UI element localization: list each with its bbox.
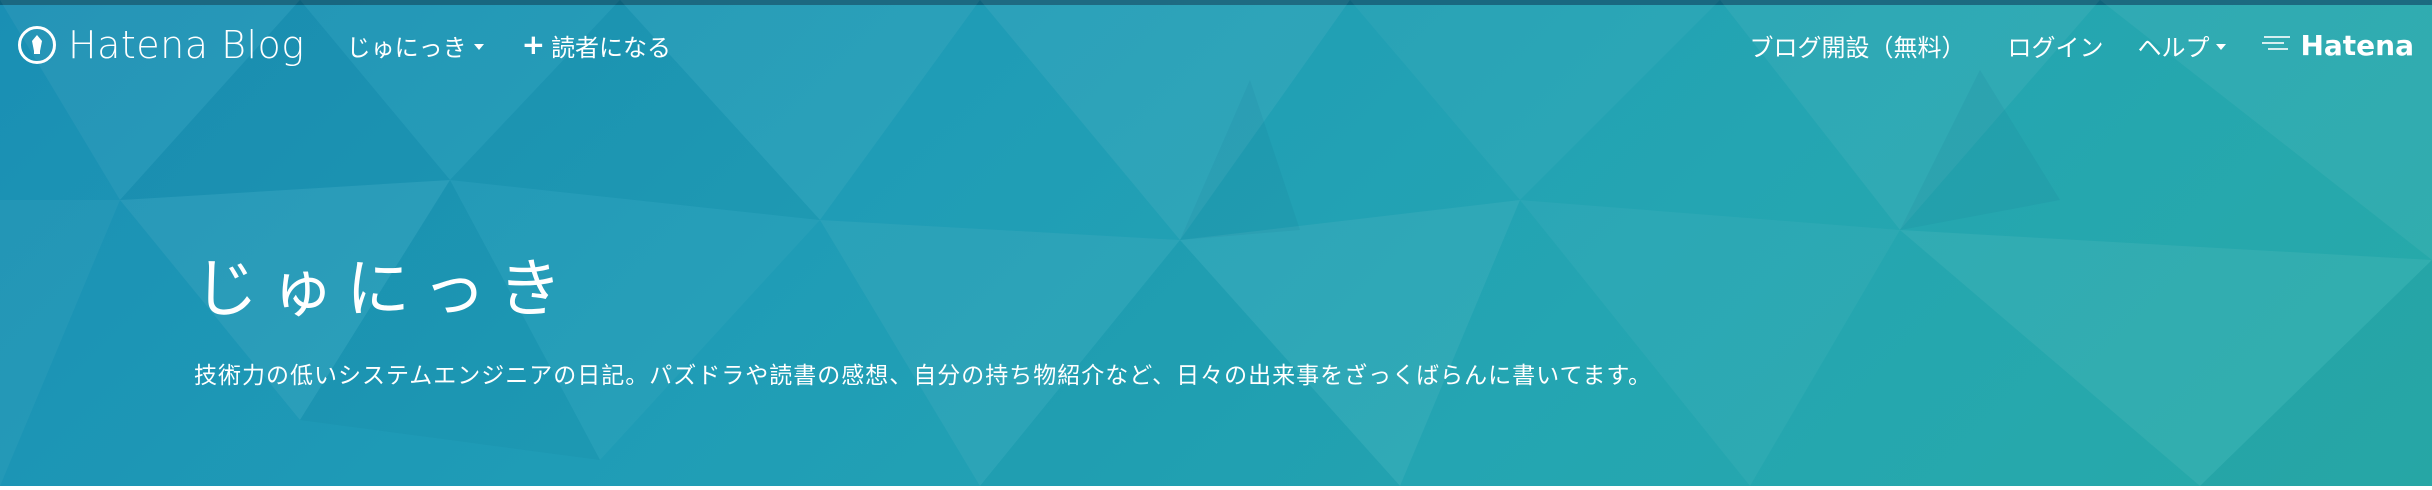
blog-title[interactable]: じゅにっき xyxy=(194,238,574,330)
blog-description: 技術力の低いシステムエンジニアの日記。パズドラや読書の感想、自分の持ち物紹介など… xyxy=(194,363,1653,389)
subscribe-button[interactable]: + 読者になる xyxy=(522,28,671,63)
help-dropdown[interactable]: ヘルプ xyxy=(2137,28,2227,63)
hatena-blog-brand-link[interactable]: Hatena Blog xyxy=(18,23,305,67)
hatena-logo-link[interactable]: Hatena xyxy=(2262,29,2414,62)
navbar-left: Hatena Blog じゅにっき + 読者になる xyxy=(18,15,671,75)
login-label: ログイン xyxy=(2007,33,2104,62)
blog-menu-dropdown[interactable]: じゅにっき xyxy=(347,28,484,63)
blog-header: Hatena Blog じゅにっき + 読者になる ブログ開設（無料） ログイン… xyxy=(0,0,2432,486)
global-navbar: Hatena Blog じゅにっき + 読者になる ブログ開設（無料） ログイン… xyxy=(0,5,2432,83)
brand-label: Hatena Blog xyxy=(68,23,305,67)
hatena-logo-icon xyxy=(2262,34,2292,56)
subscribe-label: 読者になる xyxy=(551,33,672,62)
start-blog-label: ブログ開設（無料） xyxy=(1749,33,1966,62)
hatena-label: Hatena xyxy=(2300,28,2414,62)
caret-down-icon xyxy=(473,43,484,50)
login-link[interactable]: ログイン xyxy=(2007,28,2103,63)
help-label: ヘルプ xyxy=(2137,33,2210,62)
plus-icon: + xyxy=(521,28,546,61)
start-blog-link[interactable]: ブログ開設（無料） xyxy=(1749,28,1965,63)
caret-down-icon xyxy=(2216,43,2227,50)
navbar-right: ブログ開設（無料） ログイン ヘルプ Hatena xyxy=(1707,15,2414,75)
hatena-blog-pen-icon xyxy=(18,26,56,64)
blog-menu-label: じゅにっき xyxy=(346,33,467,62)
